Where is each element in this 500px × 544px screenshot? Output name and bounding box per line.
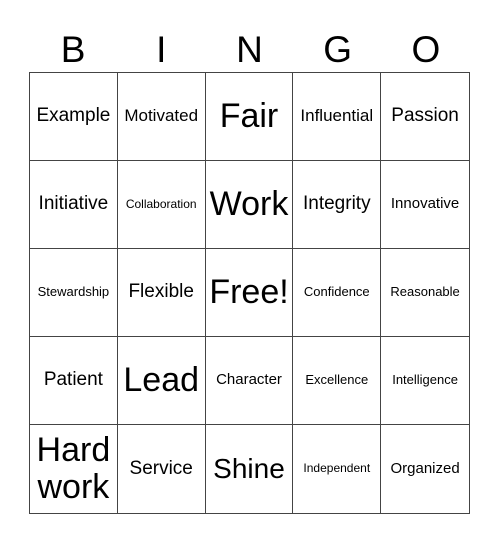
bingo-cell[interactable]: Influential [293, 73, 382, 161]
bingo-cell[interactable]: Independent [293, 425, 382, 513]
bingo-cell[interactable]: Stewardship [30, 249, 118, 337]
header-letter-o: O [411, 29, 441, 70]
bingo-cell[interactable]: Shine [206, 425, 294, 513]
bingo-cell[interactable]: Fair [205, 73, 294, 161]
bingo-cell[interactable]: Character [205, 337, 294, 425]
bingo-cell[interactable]: Hard work [30, 425, 118, 513]
header-letter-n: N [236, 29, 263, 70]
bingo-cell[interactable]: Collaboration [117, 161, 206, 249]
bingo-cell[interactable]: Excellence [293, 337, 382, 425]
header-letter-g: G [323, 29, 353, 70]
bingo-cell[interactable]: Work [205, 161, 294, 249]
bingo-cell[interactable]: Organized [381, 425, 469, 513]
bingo-cell[interactable]: Intelligence [381, 337, 469, 425]
bingo-cell[interactable]: Confidence [293, 249, 382, 337]
bingo-cell[interactable]: Flexible [117, 249, 206, 337]
bingo-cell[interactable]: Integrity [293, 161, 382, 249]
bingo-cell[interactable]: Motivated [117, 73, 206, 161]
bingo-cell[interactable]: Initiative [30, 161, 118, 249]
bingo-header: B I N G O [29, 28, 470, 72]
bingo-cell[interactable]: Passion [381, 73, 469, 161]
bingo-cell[interactable]: Reasonable [381, 249, 469, 337]
free-space-cell[interactable]: Free! [205, 249, 294, 337]
bingo-cell[interactable]: Lead [117, 337, 206, 425]
bingo-cell[interactable]: Innovative [381, 161, 469, 249]
header-letter-b: B [60, 29, 86, 70]
bingo-grid: Example Motivated Fair Influential Passi… [29, 72, 470, 514]
bingo-cell[interactable]: Example [30, 73, 118, 161]
bingo-cell[interactable]: Service [118, 425, 206, 513]
header-letter-i: I [156, 29, 167, 70]
bingo-cell[interactable]: Patient [30, 337, 118, 425]
